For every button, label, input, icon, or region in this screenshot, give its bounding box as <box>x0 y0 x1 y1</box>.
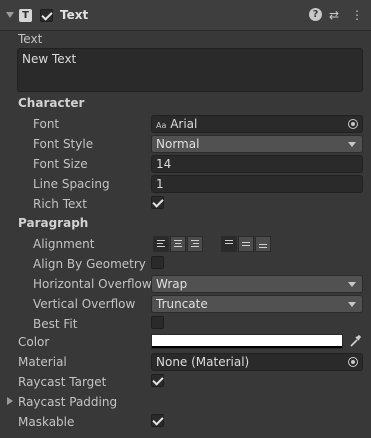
font-asset-icon: Aa <box>156 121 167 130</box>
horizontal-overflow-dropdown[interactable]: Wrap <box>151 275 363 293</box>
raycast-padding-label[interactable]: Raycast Padding <box>18 395 117 409</box>
align-middle-button[interactable] <box>238 236 254 252</box>
text-label: Text <box>18 32 43 46</box>
help-icon[interactable]: ? <box>309 8 322 21</box>
component-title: Text <box>60 8 89 22</box>
material-label: Material <box>18 355 67 369</box>
maskable-label: Maskable <box>18 415 75 429</box>
maskable-checkbox[interactable] <box>151 414 164 427</box>
font-size-field[interactable]: 14 <box>151 155 363 173</box>
align-top-button[interactable] <box>221 236 237 252</box>
align-bottom-button[interactable] <box>255 236 271 252</box>
horizontal-overflow-label: Horizontal Overflow <box>33 277 152 291</box>
font-value: Arial <box>170 117 198 131</box>
chevron-down-icon <box>348 282 356 287</box>
align-left-button[interactable] <box>153 236 169 252</box>
best-fit-label: Best Fit <box>33 317 78 331</box>
color-field[interactable] <box>151 334 343 349</box>
text-component-icon: T <box>19 9 32 22</box>
paragraph-section-heading: Paragraph <box>18 216 89 230</box>
rich-text-checkbox[interactable] <box>151 196 164 209</box>
line-spacing-field[interactable]: 1 <box>151 175 363 193</box>
component-enabled-checkbox[interactable] <box>40 9 53 22</box>
material-field[interactable]: None (Material) <box>151 353 363 371</box>
raycast-target-label: Raycast Target <box>18 375 107 389</box>
align-by-geometry-checkbox[interactable] <box>151 256 164 269</box>
eyedropper-icon[interactable] <box>348 334 362 349</box>
horizontal-overflow-value: Wrap <box>156 277 188 291</box>
font-style-label: Font Style <box>33 137 94 151</box>
font-field[interactable]: Aa Arial <box>151 115 363 133</box>
foldout-arrow-icon[interactable] <box>7 397 13 405</box>
object-picker-icon[interactable] <box>348 357 358 367</box>
color-label: Color <box>18 335 50 349</box>
chevron-down-icon <box>348 302 356 307</box>
vertical-overflow-dropdown[interactable]: Truncate <box>151 295 363 313</box>
object-picker-icon[interactable] <box>348 119 358 129</box>
vertical-overflow-value: Truncate <box>156 297 208 311</box>
font-style-value: Normal <box>156 137 200 151</box>
font-style-dropdown[interactable]: Normal <box>151 135 363 153</box>
context-menu-icon[interactable]: ⋮ <box>351 8 363 22</box>
preset-icon[interactable]: ⇄ <box>329 8 339 22</box>
font-label: Font <box>33 117 60 131</box>
align-by-geometry-label: Align By Geometry <box>33 257 146 271</box>
chevron-down-icon <box>348 142 356 147</box>
alignment-label: Alignment <box>33 237 95 251</box>
align-center-button[interactable] <box>170 236 186 252</box>
foldout-arrow-icon[interactable] <box>6 12 14 18</box>
font-size-label: Font Size <box>33 157 88 171</box>
vertical-overflow-label: Vertical Overflow <box>33 297 136 311</box>
rich-text-label: Rich Text <box>33 197 87 211</box>
line-spacing-label: Line Spacing <box>33 177 110 191</box>
text-area[interactable]: New Text <box>17 48 363 92</box>
best-fit-checkbox[interactable] <box>151 316 164 329</box>
raycast-target-checkbox[interactable] <box>151 374 164 387</box>
align-right-button[interactable] <box>187 236 203 252</box>
component-header[interactable]: T Text ? ⇄ ⋮ <box>0 0 371 31</box>
character-section-heading: Character <box>18 96 85 110</box>
material-value: None (Material) <box>156 355 250 369</box>
